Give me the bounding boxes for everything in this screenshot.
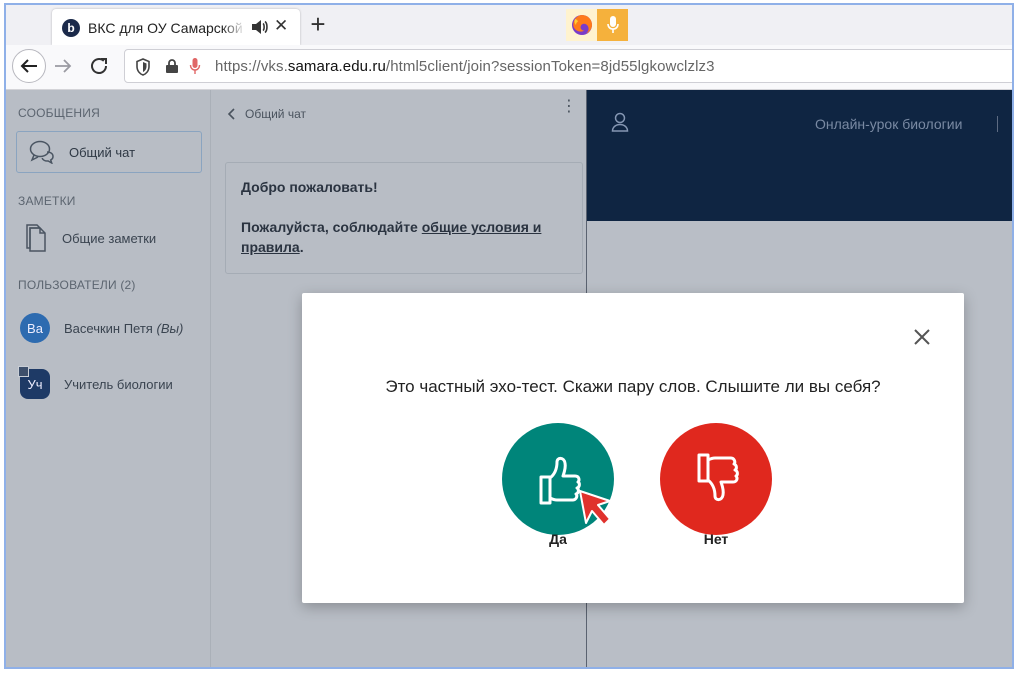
- presenter-badge-icon: [18, 366, 29, 377]
- chat-title: Общий чат: [245, 107, 306, 121]
- microphone-icon: [597, 9, 628, 41]
- echo-test-modal: Это частный эхо-тест. Скажи пару слов. С…: [302, 293, 964, 603]
- user-item-self[interactable]: Ва Васечкин Петя (Вы): [20, 313, 183, 343]
- firefox-icon: [566, 9, 597, 41]
- close-icon[interactable]: [912, 327, 932, 347]
- browser-window: b ВКС для ОУ Самарской области ✕ +: [4, 3, 1014, 669]
- user-item-teacher[interactable]: Уч Учитель биологии: [18, 366, 173, 399]
- meeting-title: Онлайн-урок биологии: [815, 116, 963, 132]
- chat-bubbles-icon: [29, 140, 54, 164]
- thumbs-down-icon: [697, 453, 739, 502]
- chevron-left-icon: [227, 108, 235, 120]
- echo-no-label: Нет: [703, 531, 729, 547]
- shared-notes-label: Общие заметки: [62, 230, 157, 246]
- echo-yes-label: Да: [549, 531, 567, 547]
- browser-tab[interactable]: b ВКС для ОУ Самарской области ✕: [52, 9, 300, 45]
- document-icon: [26, 224, 46, 252]
- navigation-bar: https://vks.samara.edu.ru/html5client/jo…: [6, 45, 1012, 90]
- thumbs-up-icon: [539, 456, 581, 505]
- sidebar-item-public-chat[interactable]: Общий чат: [16, 131, 202, 173]
- sidebar-item-shared-notes[interactable]: Общие заметки: [24, 224, 156, 252]
- users-header: ПОЛЬЗОВАТЕЛИ (2): [18, 278, 136, 292]
- echo-no-button[interactable]: [660, 423, 772, 535]
- back-button[interactable]: [12, 49, 46, 83]
- public-chat-label: Общий чат: [69, 145, 136, 160]
- header-divider: [997, 116, 998, 132]
- bigbluebutton-favicon: b: [62, 19, 80, 37]
- url-text[interactable]: https://vks.samara.edu.ru/html5client/jo…: [215, 58, 715, 75]
- tracking-protection-shield-icon[interactable]: [135, 58, 151, 76]
- lock-icon[interactable]: [165, 58, 179, 74]
- microphone-permission-icon[interactable]: [189, 57, 201, 75]
- tab-title: ВКС для ОУ Самарской области: [88, 20, 246, 36]
- user-list-sidebar: СООБЩЕНИЯ Общий чат ЗАМЕТКИ Общие заметк…: [6, 90, 210, 667]
- address-bar[interactable]: https://vks.samara.edu.ru/html5client/jo…: [124, 49, 1012, 83]
- echo-test-question: Это частный эхо-тест. Скажи пару слов. С…: [385, 377, 881, 396]
- speaker-icon[interactable]: [250, 18, 268, 36]
- new-tab-button[interactable]: +: [304, 9, 332, 39]
- welcome-body: Пожалуйста, соблюдайте общие условия и п…: [241, 219, 542, 255]
- user-icon[interactable]: [611, 112, 629, 132]
- messages-header: СООБЩЕНИЯ: [18, 106, 100, 120]
- forward-button[interactable]: [52, 55, 74, 77]
- main-header: Онлайн-урок биологии: [587, 90, 1012, 221]
- mouse-pointer-arrow-icon: [579, 490, 611, 526]
- user-name: Васечкин Петя: [64, 320, 153, 336]
- user-self-suffix: (Вы): [156, 320, 184, 336]
- welcome-message: Добро пожаловать! Пожалуйста, соблюдайте…: [225, 162, 583, 274]
- avatar: Ва: [20, 313, 50, 343]
- avatar-initials: Уч: [27, 376, 43, 392]
- close-tab-icon[interactable]: ✕: [274, 17, 288, 35]
- sharing-indicator[interactable]: [566, 9, 628, 41]
- reload-button[interactable]: [88, 55, 110, 77]
- arrow-left-icon: [20, 59, 37, 73]
- notes-header: ЗАМЕТКИ: [18, 194, 76, 208]
- tab-strip: b ВКС для ОУ Самарской области ✕ +: [6, 5, 1012, 45]
- avatar: Уч: [18, 366, 50, 399]
- chat-options-icon[interactable]: ⋮: [561, 99, 577, 115]
- welcome-title: Добро пожаловать!: [241, 179, 378, 195]
- chat-hide-button[interactable]: Общий чат: [227, 107, 306, 121]
- user-name: Учитель биологии: [64, 376, 173, 392]
